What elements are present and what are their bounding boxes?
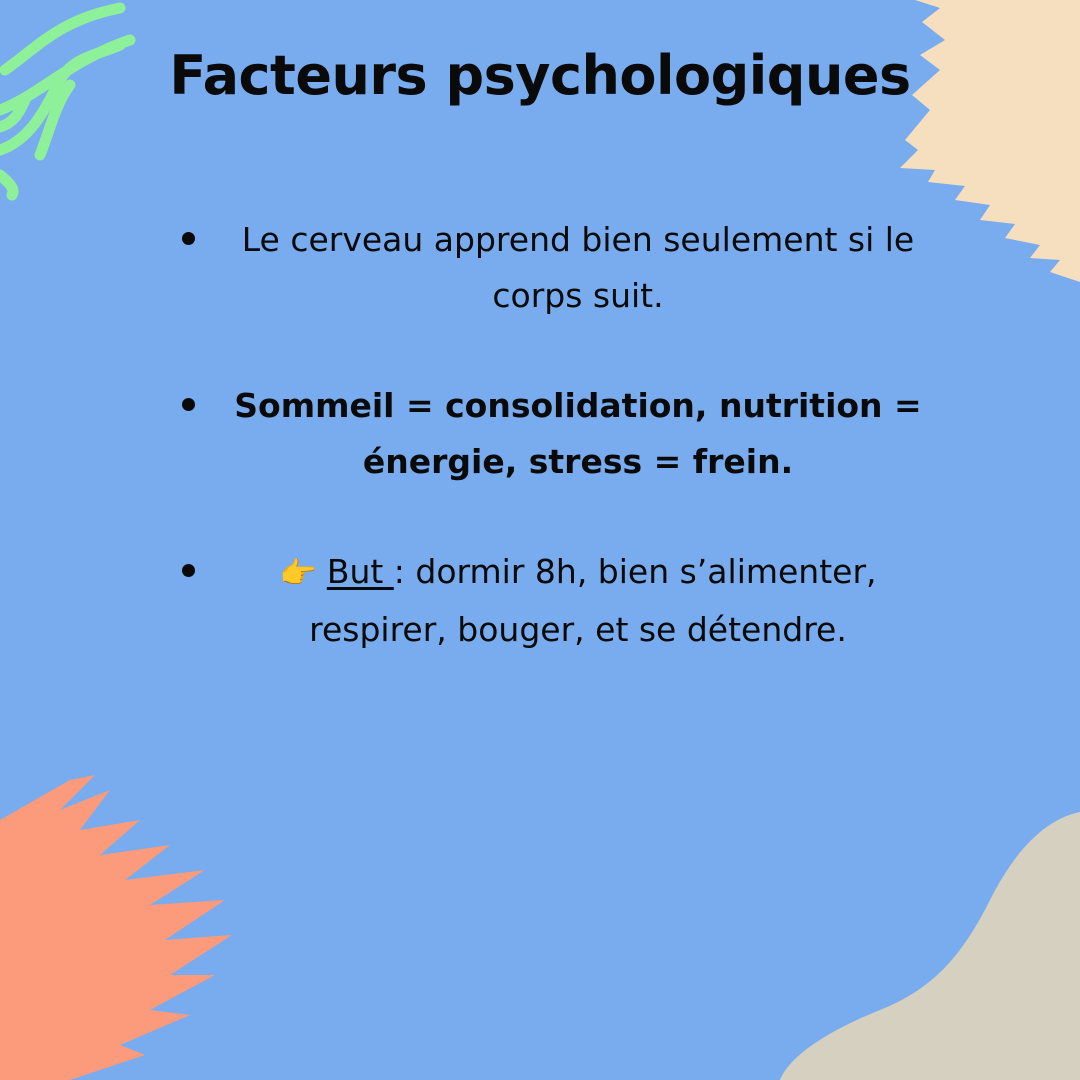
list-item-text: Sommeil = consolidation, nutrition = éne… [234, 386, 922, 481]
pointing-hand-icon: 👉 [279, 556, 317, 591]
page-title: Facteurs psychologiques [169, 44, 911, 107]
bullet-icon [182, 564, 195, 577]
bullet-list: Le cerveau apprend bien seulement si le … [176, 212, 936, 658]
list-item-text: Le cerveau apprend bien seulement si le … [241, 220, 915, 315]
salmon-brush-shape [0, 775, 232, 1080]
bullet-icon [182, 398, 195, 411]
goal-label: But [326, 552, 394, 591]
beige-blob-shape [780, 812, 1080, 1080]
list-item: 👉 But : dormir 8h, bien s’alimenter, resp… [176, 544, 936, 658]
bullet-icon [182, 232, 195, 245]
list-item: Le cerveau apprend bien seulement si le … [176, 212, 936, 324]
list-item: Sommeil = consolidation, nutrition = éne… [176, 378, 936, 490]
goal-separator: : [393, 552, 416, 591]
